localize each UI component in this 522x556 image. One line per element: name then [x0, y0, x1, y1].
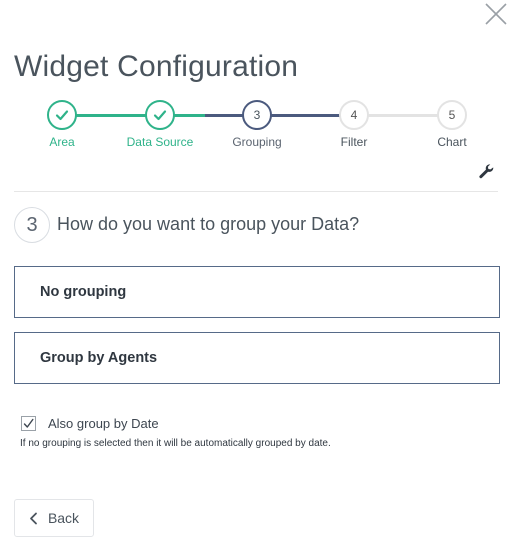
checkbox-box[interactable]	[21, 415, 36, 431]
step-data-source[interactable]	[145, 100, 175, 130]
option-group-by-agents[interactable]: Group by Agents	[14, 332, 500, 384]
back-button-label: Back	[47, 510, 80, 526]
step-grouping-label: Grouping	[232, 135, 282, 149]
back-button[interactable]: Back	[14, 499, 94, 537]
close-button[interactable]	[482, 0, 510, 28]
option-no-grouping[interactable]: No grouping	[14, 266, 500, 318]
checkmark-icon	[23, 418, 34, 428]
step-area[interactable]	[47, 100, 77, 130]
step-filter[interactable]: 4	[339, 100, 369, 130]
grouping-hint-text: If no grouping is selected then it will …	[20, 438, 331, 449]
step-filter-label: Filter	[340, 135, 368, 149]
step-chart-label: Chart	[437, 135, 467, 149]
checkbox-label: Also group by Date	[48, 415, 159, 431]
settings-wrench-button[interactable]	[478, 163, 495, 180]
option-label: No grouping	[40, 284, 127, 300]
wrench-icon	[479, 164, 494, 179]
chevron-left-icon	[30, 512, 37, 524]
step-area-label: Area	[49, 135, 75, 149]
question-text: How do you want to group your Data?	[57, 214, 360, 234]
dialog-title: Widget Configuration	[14, 50, 299, 83]
divider	[14, 191, 498, 192]
checkmark-icon	[55, 110, 69, 121]
close-icon	[485, 3, 507, 25]
step-grouping[interactable]: 3	[242, 100, 272, 130]
also-group-by-date-checkbox[interactable]: Also group by Date	[21, 414, 159, 432]
checkmark-icon	[153, 110, 167, 121]
question-number-badge: 3	[14, 207, 50, 243]
step-data-source-label: Data Source	[126, 135, 194, 149]
option-label: Group by Agents	[40, 350, 158, 366]
step-chart[interactable]: 5	[437, 100, 467, 130]
